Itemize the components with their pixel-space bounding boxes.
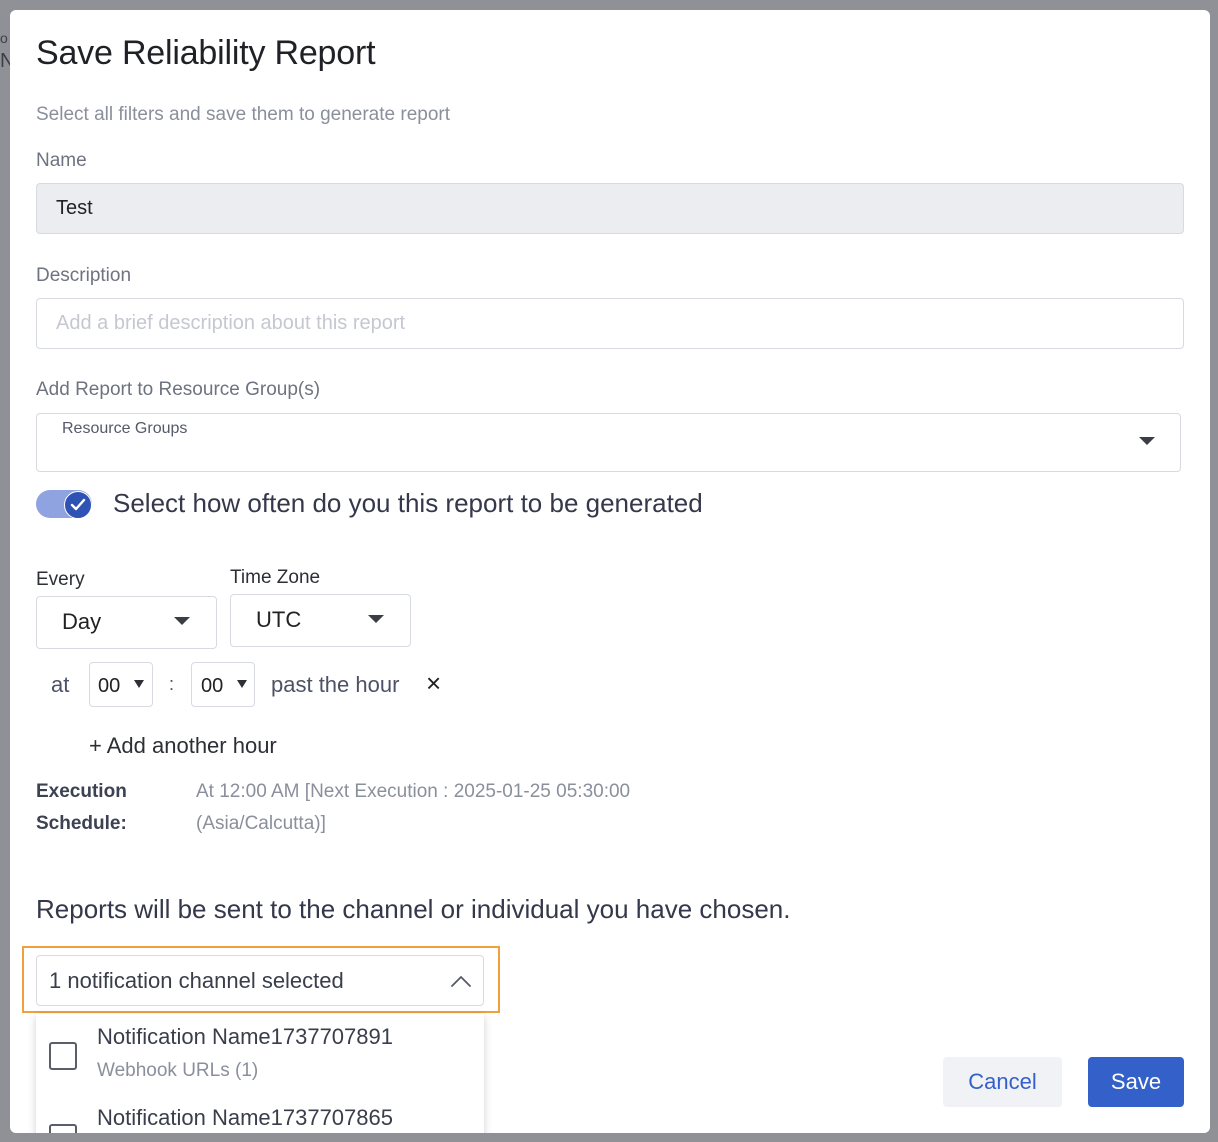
caret-down-icon xyxy=(134,680,144,688)
list-item[interactable]: Notification Name1737707891 Webhook URLs… xyxy=(36,1014,484,1096)
notification-channel-select[interactable]: 1 notification channel selected xyxy=(36,955,484,1006)
close-icon[interactable]: × xyxy=(426,668,441,699)
resource-groups-select-label: Resource Groups xyxy=(62,420,188,437)
name-input[interactable] xyxy=(36,183,1184,234)
execution-value-line2: (Asia/Calcutta)] xyxy=(196,813,326,834)
name-label: Name xyxy=(36,150,87,171)
checkbox[interactable] xyxy=(49,1042,77,1070)
description-input[interactable] xyxy=(36,298,1184,349)
timezone-label: Time Zone xyxy=(230,567,321,588)
minute-value: 00 xyxy=(201,675,224,697)
check-icon xyxy=(64,491,92,519)
hour-value: 00 xyxy=(98,675,121,697)
at-label: at xyxy=(51,672,70,697)
schedule-question: Select how often do you this report to b… xyxy=(113,488,703,518)
hour-select[interactable]: 00 xyxy=(89,662,153,707)
checkbox[interactable] xyxy=(49,1124,77,1133)
save-report-modal: Save Reliability Report Select all filte… xyxy=(10,10,1210,1133)
resource-groups-select[interactable]: Resource Groups xyxy=(36,413,1181,472)
execution-label: Execution xyxy=(36,781,127,802)
notification-options-list: Notification Name1737707891 Webhook URLs… xyxy=(36,1014,484,1133)
option-name: Notification Name1737707891 xyxy=(97,1024,393,1049)
timezone-value: UTC xyxy=(256,607,302,632)
past-the-hour-label: past the hour xyxy=(271,672,400,697)
execution-value-line1: At 12:00 AM [Next Execution : 2025-01-25… xyxy=(196,781,631,802)
timezone-select[interactable]: UTC xyxy=(230,594,411,647)
caret-down-icon xyxy=(237,680,247,688)
modal-subtitle: Select all filters and save them to gene… xyxy=(36,104,451,125)
minute-select[interactable]: 00 xyxy=(191,662,255,707)
chevron-up-icon xyxy=(451,976,471,987)
schedule-toggle[interactable] xyxy=(36,490,92,519)
description-label: Description xyxy=(36,265,132,286)
chevron-down-icon xyxy=(174,617,190,625)
notifications-heading: Reports will be sent to the channel or i… xyxy=(36,894,791,924)
backdrop-text: o xyxy=(0,30,8,46)
list-item[interactable]: Notification Name1737707865 xyxy=(36,1096,484,1133)
cancel-button[interactable]: Cancel xyxy=(943,1057,1062,1107)
add-another-hour-button[interactable]: + Add another hour xyxy=(89,733,277,759)
option-sub: Webhook URLs (1) xyxy=(97,1060,259,1081)
resource-group-label: Add Report to Resource Group(s) xyxy=(36,379,321,400)
schedule-label: Schedule: xyxy=(36,813,127,834)
chevron-down-icon xyxy=(1139,437,1155,445)
chevron-down-icon xyxy=(368,615,384,623)
option-name: Notification Name1737707865 xyxy=(97,1105,393,1130)
time-separator: : xyxy=(169,674,175,694)
every-value: Day xyxy=(62,609,102,634)
notification-channel-select-label: 1 notification channel selected xyxy=(49,968,344,993)
save-button[interactable]: Save xyxy=(1088,1057,1184,1107)
every-select[interactable]: Day xyxy=(36,596,217,649)
every-label: Every xyxy=(36,569,85,590)
modal-title: Save Reliability Report xyxy=(36,34,376,72)
